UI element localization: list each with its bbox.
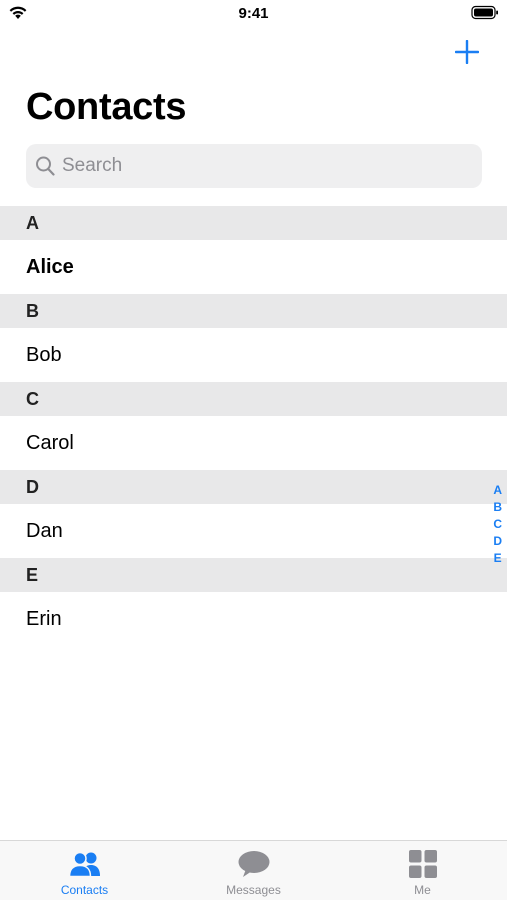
- tab-label-me: Me: [414, 883, 431, 897]
- tab-label-contacts: Contacts: [60, 883, 109, 897]
- contact-row-carol[interactable]: Carol: [0, 416, 507, 470]
- section-index: A B C D E: [493, 482, 502, 567]
- search-icon: [36, 156, 55, 176]
- tab-bar: Contacts Messages Me: [0, 840, 507, 900]
- grid-icon: [406, 849, 440, 879]
- status-time: 9:41: [238, 5, 269, 22]
- index-letter-e[interactable]: E: [494, 550, 502, 567]
- contacts-list: A Alice B Bob C Carol D Dan E Erin: [0, 206, 507, 646]
- search-bar[interactable]: [26, 144, 482, 188]
- tab-me[interactable]: Me: [338, 841, 507, 900]
- chat-bubble-icon: [237, 849, 271, 879]
- contact-row-dan[interactable]: Dan: [0, 504, 507, 558]
- section-header-e: E: [0, 558, 507, 592]
- contact-row-bob[interactable]: Bob: [0, 328, 507, 382]
- status-bar: 9:41: [0, 0, 507, 28]
- index-letter-d[interactable]: D: [493, 533, 502, 550]
- page-title: Contacts: [26, 86, 187, 128]
- index-letter-b[interactable]: B: [493, 499, 502, 516]
- section-header-a: A: [0, 206, 507, 240]
- tab-contacts[interactable]: Contacts: [0, 841, 169, 900]
- tab-label-messages: Messages: [226, 883, 281, 897]
- section-header-c: C: [0, 382, 507, 416]
- index-letter-a[interactable]: A: [493, 482, 502, 499]
- section-header-b: B: [0, 294, 507, 328]
- contacts-screen: 9:41 Contacts A Alice B Bob C Carol D Da…: [0, 0, 507, 900]
- battery-icon: [471, 5, 498, 20]
- contact-row-erin[interactable]: Erin: [0, 592, 507, 646]
- section-header-d: D: [0, 470, 507, 504]
- index-letter-c[interactable]: C: [493, 516, 502, 533]
- plus-icon: [455, 40, 479, 64]
- contact-row-alice[interactable]: Alice: [0, 240, 507, 294]
- search-input[interactable]: [62, 144, 472, 188]
- tab-messages[interactable]: Messages: [169, 841, 338, 900]
- people-icon: [68, 849, 102, 879]
- add-contact-button[interactable]: [451, 36, 483, 68]
